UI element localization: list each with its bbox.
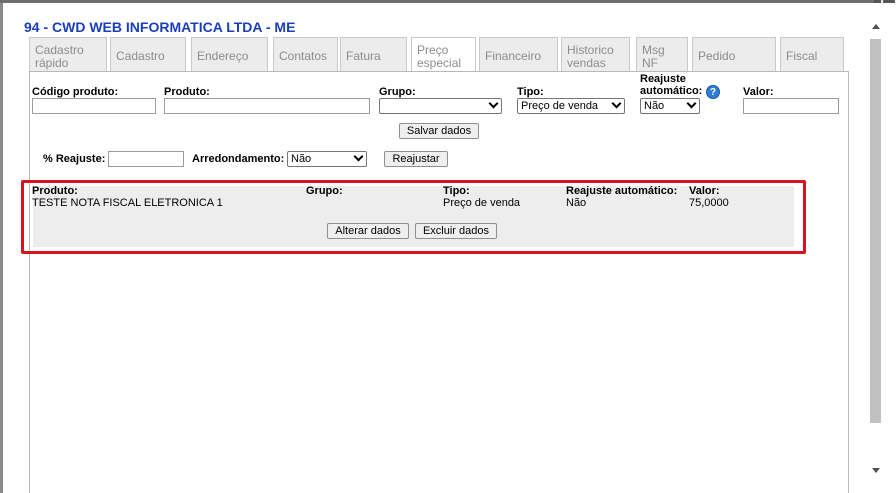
tab-label: Historico vendas	[567, 42, 614, 70]
valor-label: Valor:	[743, 86, 774, 98]
tab-label: Fatura	[346, 49, 381, 63]
chevron-down-icon	[611, 98, 622, 109]
codigo-input[interactable]	[32, 98, 156, 114]
codigo-label: Código produto:	[32, 86, 119, 98]
tab-label: Preço especial	[417, 43, 462, 70]
tab-financeiro[interactable]: Financeiro	[479, 37, 558, 72]
grupo-select[interactable]	[379, 98, 502, 114]
tab-label: Msg NF	[642, 42, 665, 70]
rounding-label: Arredondamento:	[192, 153, 285, 165]
tipo-select-value: Preço de venda	[521, 100, 599, 112]
tab-contatos[interactable]: Contatos	[273, 37, 338, 72]
rounding-select-value: Não	[291, 153, 312, 165]
scroll-down-icon[interactable]	[872, 468, 880, 473]
scroll-thumb[interactable]	[870, 39, 881, 423]
tab-preco-especial[interactable]: Preço especial	[411, 37, 476, 73]
produto-input[interactable]	[164, 98, 370, 114]
percent-input[interactable]	[108, 151, 184, 167]
tab-fatura[interactable]: Fatura	[340, 37, 407, 72]
grupo-label: Grupo:	[379, 86, 416, 98]
tab-historico-vendas[interactable]: Historico vendas	[561, 37, 630, 72]
tab-pedido[interactable]: Pedido	[692, 37, 776, 72]
tab-msg-nf[interactable]: Msg NF	[636, 37, 688, 72]
tipo-label: Tipo:	[517, 86, 544, 98]
chevron-down-icon	[353, 151, 364, 162]
rounding-select[interactable]: Não	[287, 151, 367, 167]
tab-label: Contatos	[279, 49, 328, 63]
scroll-up-icon[interactable]	[872, 24, 880, 29]
tab-label: Financeiro	[485, 49, 542, 63]
reajuste-select[interactable]: Não	[640, 98, 700, 114]
chevron-down-icon	[686, 98, 697, 109]
tab-endereco[interactable]: Endereço	[191, 37, 268, 72]
tipo-select[interactable]: Preço de venda	[517, 98, 625, 114]
highlight-box	[21, 180, 806, 254]
reajuste-select-value: Não	[644, 100, 665, 112]
tab-fiscal[interactable]: Fiscal	[780, 37, 844, 72]
chevron-down-icon	[488, 98, 499, 109]
tab-label: Cadastro	[116, 49, 165, 63]
tab-label: Fiscal	[786, 49, 818, 63]
tab-label: Endereço	[197, 49, 249, 63]
reajustar-button[interactable]: Reajustar	[384, 151, 448, 167]
scrollbar[interactable]	[868, 21, 883, 481]
tab-label: Cadastro rápido	[35, 42, 84, 70]
dialog: 94 - CWD WEB INFORMATICA LTDA - ME Cadas…	[3, 3, 896, 493]
help-icon[interactable]: ?	[706, 85, 720, 99]
tab-label: Pedido	[698, 49, 736, 63]
tab-cadastro[interactable]: Cadastro	[110, 37, 186, 72]
save-button[interactable]: Salvar dados	[399, 123, 479, 139]
window-title: 94 - CWD WEB INFORMATICA LTDA - ME	[24, 19, 296, 35]
percent-label: % Reajuste:	[43, 153, 106, 165]
reajuste-label: Reajuste automático:	[640, 73, 703, 97]
produto-label: Produto:	[164, 86, 210, 98]
tab-cadastro-rapido[interactable]: Cadastro rápido	[29, 37, 107, 72]
valor-input[interactable]	[743, 98, 839, 114]
